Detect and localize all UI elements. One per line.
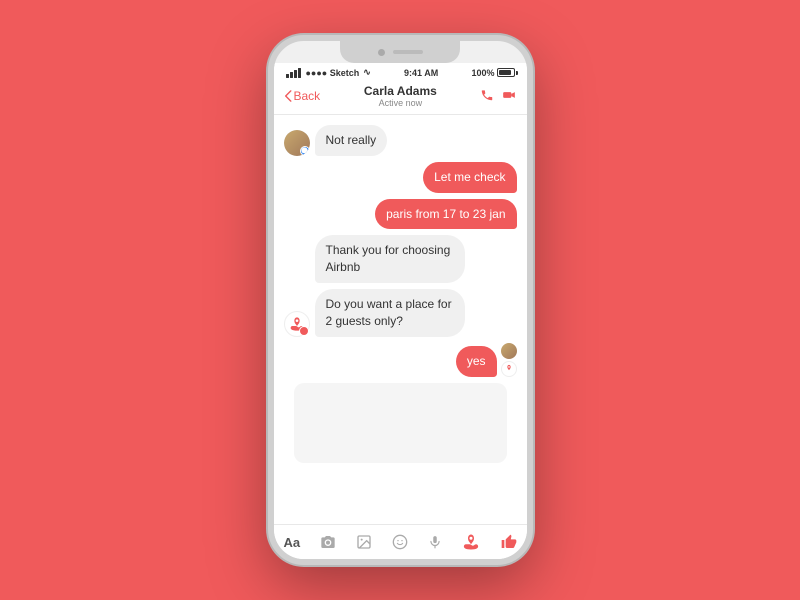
wifi-icon: ∿ bbox=[363, 67, 371, 78]
battery-fill bbox=[499, 70, 512, 75]
airbnb-badge bbox=[299, 326, 309, 336]
back-chevron-icon bbox=[284, 90, 292, 102]
message-bubble: paris from 17 to 23 jan bbox=[375, 199, 516, 230]
screen: ●●●● Sketch ∿ 9:41 AM 100% Back Carla bbox=[274, 63, 527, 559]
message-text: Let me check bbox=[434, 170, 505, 184]
bottom-toolbar: Aa bbox=[274, 524, 527, 559]
back-button[interactable]: Back bbox=[284, 89, 321, 103]
message-row: yes bbox=[284, 343, 517, 377]
airbnb-avatar bbox=[284, 311, 310, 337]
seen-avatars bbox=[501, 343, 517, 377]
like-icon bbox=[501, 534, 517, 550]
contact-status: Active now bbox=[364, 98, 437, 108]
emoji-button[interactable] bbox=[392, 534, 408, 550]
message-text: yes bbox=[467, 354, 486, 368]
mic-icon bbox=[428, 534, 442, 550]
message-bubble: yes bbox=[456, 346, 497, 377]
expanded-content-panel bbox=[294, 383, 507, 463]
message-bubble: Not really bbox=[315, 125, 388, 156]
seen-avatar-person bbox=[501, 343, 517, 359]
message-bubble: Do you want a place for 2 guests only? bbox=[315, 289, 465, 337]
messenger-badge bbox=[300, 146, 310, 156]
send-button[interactable] bbox=[501, 534, 517, 550]
front-camera bbox=[378, 49, 385, 56]
seen-avatar-airbnb bbox=[501, 361, 517, 377]
signal-indicators bbox=[286, 68, 301, 78]
chat-area: Not really Let me check paris from 17 to… bbox=[274, 115, 527, 524]
status-right: 100% bbox=[471, 68, 514, 78]
message-text: Thank you for choosing Airbnb bbox=[326, 243, 451, 274]
battery-icon bbox=[497, 68, 515, 77]
back-label: Back bbox=[294, 89, 321, 103]
nav-bar: Back Carla Adams Active now bbox=[274, 80, 527, 115]
message-row: Let me check bbox=[284, 162, 517, 193]
phone-notch bbox=[340, 41, 460, 63]
message-bubble: Let me check bbox=[423, 162, 516, 193]
mic-button[interactable] bbox=[428, 534, 442, 550]
phone-shell: ●●●● Sketch ∿ 9:41 AM 100% Back Carla bbox=[268, 35, 533, 565]
gallery-icon bbox=[356, 534, 372, 550]
message-text: Do you want a place for 2 guests only? bbox=[326, 297, 452, 328]
message-text: Not really bbox=[326, 133, 377, 147]
camera-button[interactable] bbox=[320, 534, 336, 550]
message-row: paris from 17 to 23 jan bbox=[284, 199, 517, 230]
contact-name: Carla Adams bbox=[364, 84, 437, 98]
text-format-button[interactable]: Aa bbox=[284, 535, 301, 550]
time-display: 9:41 AM bbox=[404, 68, 438, 78]
message-row: Not really bbox=[284, 125, 517, 156]
message-row: Do you want a place for 2 guests only? bbox=[284, 289, 517, 337]
message-text: paris from 17 to 23 jan bbox=[386, 207, 505, 221]
status-bar: ●●●● Sketch ∿ 9:41 AM 100% bbox=[274, 63, 527, 80]
status-left: ●●●● Sketch ∿ bbox=[286, 67, 371, 78]
avatar bbox=[284, 130, 310, 156]
phone-call-icon[interactable] bbox=[480, 88, 494, 105]
message-bubble: Thank you for choosing Airbnb bbox=[315, 235, 465, 283]
gallery-button[interactable] bbox=[356, 534, 372, 550]
airbnb-toolbar-button[interactable] bbox=[462, 533, 480, 551]
video-call-icon[interactable] bbox=[502, 88, 516, 105]
airbnb-toolbar-icon bbox=[462, 533, 480, 551]
nav-actions bbox=[480, 88, 516, 105]
battery-label: 100% bbox=[471, 68, 494, 78]
contact-info: Carla Adams Active now bbox=[364, 84, 437, 108]
message-row: Thank you for choosing Airbnb bbox=[284, 235, 517, 283]
emoji-icon bbox=[392, 534, 408, 550]
speaker bbox=[393, 50, 423, 54]
carrier-label: ●●●● Sketch bbox=[306, 68, 360, 78]
camera-icon bbox=[320, 534, 336, 550]
text-format-label: Aa bbox=[284, 535, 301, 550]
